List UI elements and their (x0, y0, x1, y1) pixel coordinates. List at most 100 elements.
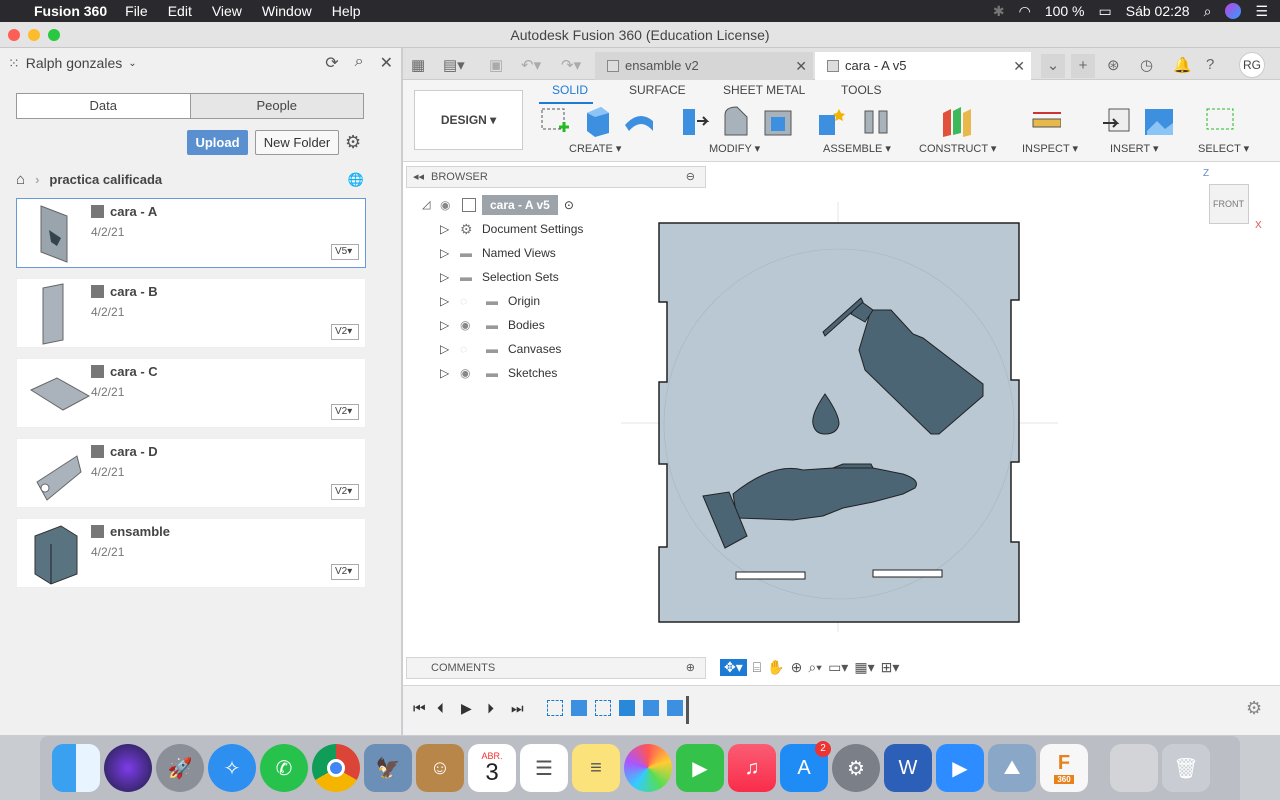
browser-node-selection-sets[interactable]: ▷ ▬ Selection Sets (440, 267, 559, 287)
eye-icon[interactable]: ◉ (440, 195, 462, 215)
zoom-video-icon[interactable]: ▶ (936, 744, 984, 792)
construct-menu[interactable]: CONSTRUCT ▾ (919, 142, 996, 155)
tab-overflow-chevron-icon[interactable]: ⌄ (1041, 54, 1065, 78)
shell-icon[interactable] (763, 105, 793, 137)
job-status-icon[interactable]: ◷ (1140, 56, 1153, 74)
step-forward-icon[interactable]: ⏵ (487, 700, 494, 717)
finder-icon[interactable] (52, 744, 100, 792)
insert-menu[interactable]: INSERT ▾ (1110, 142, 1159, 155)
browser-panel-header[interactable]: ◂◂ BROWSER ⊖ (406, 166, 706, 188)
user-avatar[interactable]: RG (1239, 52, 1265, 78)
fit-zoom-icon[interactable]: ⌕▾ (808, 659, 822, 676)
bluetooth-icon[interactable]: ✱ (993, 3, 1005, 20)
siri-icon[interactable] (1225, 3, 1242, 19)
new-component-icon[interactable] (817, 105, 847, 137)
viewcube-front-face[interactable]: FRONT (1213, 199, 1244, 209)
hidden-eye-icon[interactable]: ◌ (460, 291, 486, 311)
file-menu-icon[interactable]: ▤▾ (443, 56, 465, 74)
facetime-camera-icon[interactable]: ▶ (676, 744, 724, 792)
viewports-icon[interactable]: ⊞▾ (881, 659, 900, 676)
menu-file[interactable]: File (125, 3, 148, 19)
revolve-icon[interactable] (623, 105, 653, 137)
tab-data[interactable]: Data (17, 94, 190, 118)
timeline-extrude-icon[interactable] (667, 700, 683, 716)
app-store-icon[interactable]: A2 (780, 741, 831, 792)
tab-ensamble[interactable]: ensamble v2 ✕ (595, 52, 813, 80)
mail-stamp-icon[interactable]: 🦅 (364, 744, 412, 792)
expand-triangle-icon[interactable]: ▷ (440, 363, 460, 383)
notification-center-icon[interactable]: ☰ (1255, 3, 1268, 20)
tab-cara-a[interactable]: cara - A v5 ✕ (815, 52, 1031, 80)
music-note-icon[interactable]: ♫ (728, 744, 776, 792)
redo-icon[interactable]: ↷▾ (561, 56, 581, 74)
offset-plane-icon[interactable] (941, 105, 971, 137)
browser-node-document-settings[interactable]: ▷ ⚙ Document Settings (440, 219, 583, 239)
close-tab-icon[interactable]: ✕ (795, 52, 807, 80)
close-window-button[interactable] (8, 29, 20, 41)
version-select[interactable]: V2▾ (331, 404, 359, 420)
globe-icon[interactable]: 🌐 (348, 172, 364, 188)
contacts-book-icon[interactable]: ☺ (416, 744, 464, 792)
measure-icon[interactable] (1031, 105, 1061, 137)
spotlight-icon[interactable]: ⌕ (1204, 3, 1212, 20)
tab-sheet-metal[interactable]: SHEET METAL (723, 83, 805, 97)
file-card-ensamble[interactable]: ensamble 4/2/21 V2▾ (16, 518, 366, 588)
system-preferences-gear-icon[interactable]: ⚙ (832, 744, 880, 792)
step-back-icon[interactable]: ⏴ (437, 700, 444, 717)
eye-icon[interactable]: ◉ (460, 363, 486, 383)
timeline-sketch-icon[interactable] (547, 700, 563, 716)
extensions-icon[interactable]: ⊛ (1107, 56, 1120, 74)
calendar-icon[interactable]: ABR. 3 (468, 744, 516, 792)
fillet-icon[interactable] (721, 105, 751, 137)
timeline-settings-gear-icon[interactable]: ⚙ (1246, 698, 1262, 719)
insert-canvas-icon[interactable] (1143, 105, 1173, 137)
tab-surface[interactable]: SURFACE (629, 83, 686, 97)
chrome-icon[interactable] (312, 744, 360, 792)
close-icon[interactable]: ✕ (380, 53, 393, 73)
help-icon[interactable]: ? (1206, 56, 1214, 73)
clock[interactable]: Sáb 02:28 (1126, 3, 1190, 19)
go-to-start-icon[interactable]: ⏮ (413, 700, 426, 717)
minus-icon[interactable]: ⊖ (686, 167, 695, 187)
app-menu[interactable]: Fusion 360 (34, 3, 107, 19)
file-card-cara-a[interactable]: cara - A 4/2/21 V5▾ (16, 198, 366, 268)
zoom-window-button[interactable] (48, 29, 60, 41)
browser-root[interactable]: ◿ ◉ cara - A v5 ⊙ (422, 195, 574, 215)
eye-icon[interactable]: ◉ (460, 315, 486, 335)
go-to-end-icon[interactable]: ⏭ (511, 700, 524, 717)
select-menu[interactable]: SELECT ▾ (1198, 142, 1249, 155)
create-menu[interactable]: CREATE ▾ (569, 142, 621, 155)
assemble-menu[interactable]: ASSEMBLE ▾ (823, 142, 891, 155)
timeline-extrude-icon[interactable] (643, 700, 659, 716)
siri-dock-icon[interactable] (104, 744, 152, 792)
joint-icon[interactable] (861, 105, 891, 137)
tab-tools[interactable]: TOOLS (841, 83, 881, 97)
play-icon[interactable]: ▶ (461, 700, 472, 717)
collapse-browser-icon[interactable]: ◂◂ (413, 167, 424, 187)
menu-view[interactable]: View (212, 3, 242, 19)
undo-icon[interactable]: ↶▾ (521, 56, 541, 74)
upload-button[interactable]: Upload (187, 130, 248, 155)
close-tab-icon[interactable]: ✕ (1013, 52, 1025, 80)
minimize-window-button[interactable] (28, 29, 40, 41)
timeline-marker[interactable] (686, 696, 689, 724)
trash-icon[interactable]: 🗑 (1162, 744, 1210, 792)
whatsapp-icon[interactable]: ✆ (260, 744, 308, 792)
grid-icon[interactable]: ▦▾ (854, 659, 874, 676)
browser-node-named-views[interactable]: ▷ ▬ Named Views (440, 243, 556, 263)
user-menu[interactable]: ⁙ Ralph gonzales ⌄ (8, 55, 137, 72)
photos-flower-icon[interactable] (624, 744, 672, 792)
word-icon[interactable]: W (884, 744, 932, 792)
add-comment-plus-icon[interactable]: ⊕ (686, 658, 695, 678)
version-select[interactable]: V2▾ (331, 324, 359, 340)
version-select[interactable]: V2▾ (331, 484, 359, 500)
timeline-extrude-icon[interactable] (571, 700, 587, 716)
app-grid-icon[interactable]: ▦ (411, 56, 425, 74)
preview-photos-icon[interactable]: ⛰ (988, 744, 1036, 792)
new-tab-plus-icon[interactable]: + (1071, 54, 1095, 78)
expand-triangle-icon[interactable]: ▷ (440, 219, 460, 239)
gear-icon[interactable]: ⚙ (345, 132, 361, 153)
timeline-sketch-icon[interactable] (595, 700, 611, 716)
menu-help[interactable]: Help (332, 3, 361, 19)
refresh-icon[interactable]: ⟳ (325, 53, 338, 73)
